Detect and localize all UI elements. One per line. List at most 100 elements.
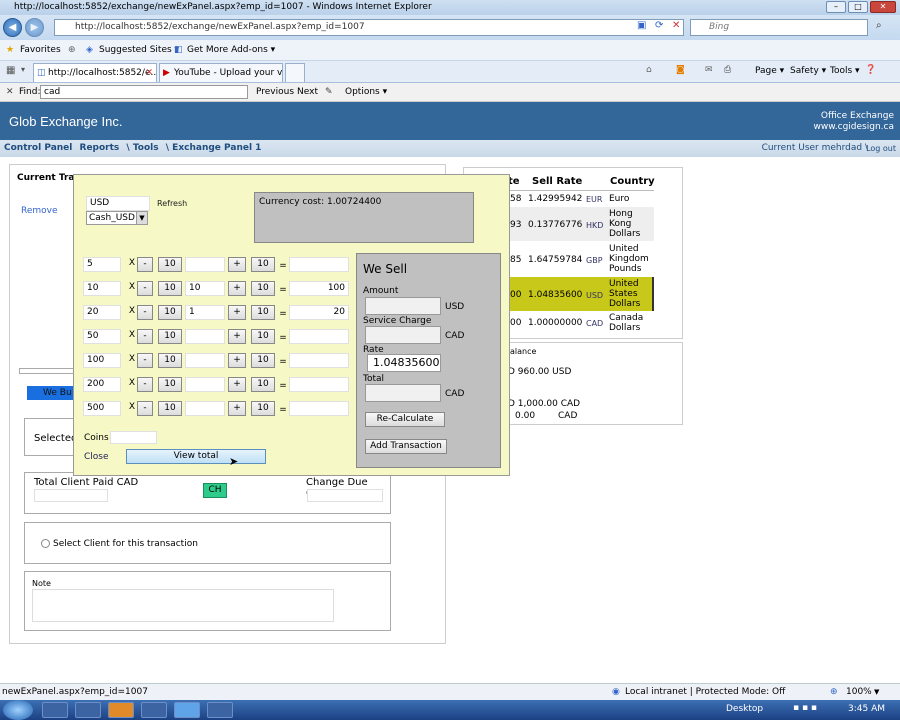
minus-button[interactable]: -	[137, 353, 153, 368]
ten-button[interactable]: 10	[158, 305, 182, 320]
minus-button[interactable]: -	[137, 281, 153, 296]
ten-button[interactable]: 10	[158, 281, 182, 296]
search-icon[interactable]: ⌕	[876, 20, 882, 31]
home-icon[interactable]: ⌂	[646, 65, 652, 75]
refresh-link[interactable]: Refresh	[157, 199, 187, 208]
tab-youtube[interactable]: YouTube - Upload your vi... ▶	[159, 63, 283, 82]
plus-button[interactable]: +	[228, 305, 246, 320]
find-input[interactable]: cad	[40, 85, 248, 99]
plus-button[interactable]: +	[228, 257, 246, 272]
menu-reports[interactable]: Reports	[80, 143, 120, 153]
menu-control-panel[interactable]: Control Panel	[4, 143, 72, 153]
search-input[interactable]: Bing	[690, 19, 868, 36]
page-menu[interactable]: Page ▾	[755, 66, 784, 76]
face-input[interactable]: 200	[83, 377, 121, 392]
menu-exchange-panel[interactable]: \ Exchange Panel 1	[166, 143, 262, 153]
table-row[interactable]: 58 1.42995942 EUR Euro	[508, 192, 654, 206]
plus-button[interactable]: +	[228, 377, 246, 392]
tab-localhost[interactable]: http://localhost:5852/e... ◫ ✕	[33, 63, 157, 82]
taskbar-tool-icon[interactable]	[141, 702, 167, 718]
ten-button[interactable]: 10	[251, 401, 275, 416]
address-input[interactable]: http://localhost:5852/exchange/newExPane…	[54, 19, 684, 36]
favorites-button[interactable]: Favorites	[20, 40, 61, 60]
coins-input[interactable]	[110, 431, 157, 444]
table-row-selected[interactable]: 00 1.04835600 USD United States Dollars	[508, 277, 654, 311]
currency-input[interactable]: USD	[86, 196, 150, 211]
ten-button[interactable]: 10	[251, 281, 275, 296]
compat-icon[interactable]: ▣	[637, 20, 646, 31]
taskbar-app-icon[interactable]	[75, 702, 101, 718]
plus-button[interactable]: +	[228, 353, 246, 368]
menu-tools[interactable]: \ Tools	[126, 143, 158, 153]
total-input[interactable]	[365, 384, 441, 402]
ten-button[interactable]: 10	[158, 353, 182, 368]
amount-input[interactable]	[365, 297, 441, 315]
ten-button[interactable]: 10	[251, 329, 275, 344]
ten-button[interactable]: 10	[158, 377, 182, 392]
table-row[interactable]: 00 1.00000000 CAD Canada Dollars	[508, 312, 654, 336]
mail-icon[interactable]: ✉	[705, 65, 713, 75]
recalculate-button[interactable]: Re-Calculate	[365, 412, 445, 427]
zoom-level[interactable]: 100%	[846, 684, 872, 700]
ten-button[interactable]: 10	[158, 401, 182, 416]
minimize-button[interactable]: –	[826, 1, 846, 13]
taskbar-window-icon[interactable]	[207, 702, 233, 718]
desktop-toolbar-label[interactable]: Desktop	[726, 704, 763, 714]
refresh-icon[interactable]: ⟳	[655, 20, 663, 31]
minus-button[interactable]: -	[137, 257, 153, 272]
face-input[interactable]: 20	[83, 305, 121, 320]
feeds-icon[interactable]: ◙	[676, 65, 685, 75]
table-row[interactable]: 85 1.64759784 GBP United Kingdom Pounds	[508, 242, 654, 276]
ten-button[interactable]: 10	[251, 353, 275, 368]
rate-input[interactable]: 1.04835600	[367, 354, 441, 372]
minus-button[interactable]: -	[137, 377, 153, 392]
back-button[interactable]: ◀	[3, 18, 22, 37]
ten-button[interactable]: 10	[251, 377, 275, 392]
favorites-star-icon[interactable]: ★	[6, 40, 14, 60]
face-input[interactable]: 50	[83, 329, 121, 344]
ten-button[interactable]: 10	[251, 257, 275, 272]
get-addons-link[interactable]: Get More Add-ons ▾	[187, 40, 275, 60]
find-previous-button[interactable]: Previous	[256, 83, 294, 101]
find-next-button[interactable]: Next	[297, 83, 318, 101]
face-input[interactable]: 100	[83, 353, 121, 368]
face-input[interactable]: 5	[83, 257, 121, 272]
stop-icon[interactable]: ✕	[672, 20, 680, 31]
service-charge-input[interactable]	[365, 326, 441, 344]
quantity-input[interactable]	[185, 377, 225, 392]
add-favorite-icon[interactable]: ⊕	[68, 40, 76, 60]
close-window-button[interactable]: ✕	[870, 1, 896, 13]
close-tab-icon[interactable]: ✕	[145, 64, 153, 82]
logout-link[interactable]: Log out	[866, 140, 896, 157]
quantity-input[interactable]	[185, 257, 225, 272]
find-options-button[interactable]: Options ▾	[345, 83, 387, 101]
taskbar-ie-icon[interactable]	[174, 702, 200, 718]
minus-button[interactable]: -	[137, 401, 153, 416]
forward-button[interactable]: ▶	[25, 18, 44, 37]
print-icon[interactable]: ⎙	[724, 65, 731, 75]
plus-button[interactable]: +	[228, 329, 246, 344]
total-paid-input[interactable]	[34, 489, 108, 502]
ten-button[interactable]: 10	[158, 257, 182, 272]
help-icon[interactable]: ❓	[865, 65, 876, 75]
quick-tabs-icon[interactable]: ▦	[6, 65, 15, 76]
ten-button[interactable]: 10	[158, 329, 182, 344]
close-find-icon[interactable]: ✕	[6, 83, 14, 101]
quantity-input[interactable]: 10	[185, 281, 225, 296]
minus-button[interactable]: -	[137, 305, 153, 320]
tab-list-icon[interactable]: ▾	[21, 65, 25, 74]
taskbar-media-icon[interactable]	[108, 702, 134, 718]
quantity-input[interactable]: 1	[185, 305, 225, 320]
taskbar-explorer-icon[interactable]	[42, 702, 68, 718]
note-textarea[interactable]	[32, 589, 334, 622]
tools-menu[interactable]: Tools ▾	[830, 66, 860, 76]
minus-button[interactable]: -	[137, 329, 153, 344]
plus-button[interactable]: +	[228, 281, 246, 296]
start-button[interactable]	[3, 700, 33, 720]
select-client-radio[interactable]	[41, 539, 50, 548]
ten-button[interactable]: 10	[251, 305, 275, 320]
quantity-input[interactable]	[185, 401, 225, 416]
safety-menu[interactable]: Safety ▾	[790, 66, 826, 76]
new-tab-button[interactable]	[285, 63, 305, 82]
zoom-dropdown-icon[interactable]: ▼	[874, 684, 879, 700]
